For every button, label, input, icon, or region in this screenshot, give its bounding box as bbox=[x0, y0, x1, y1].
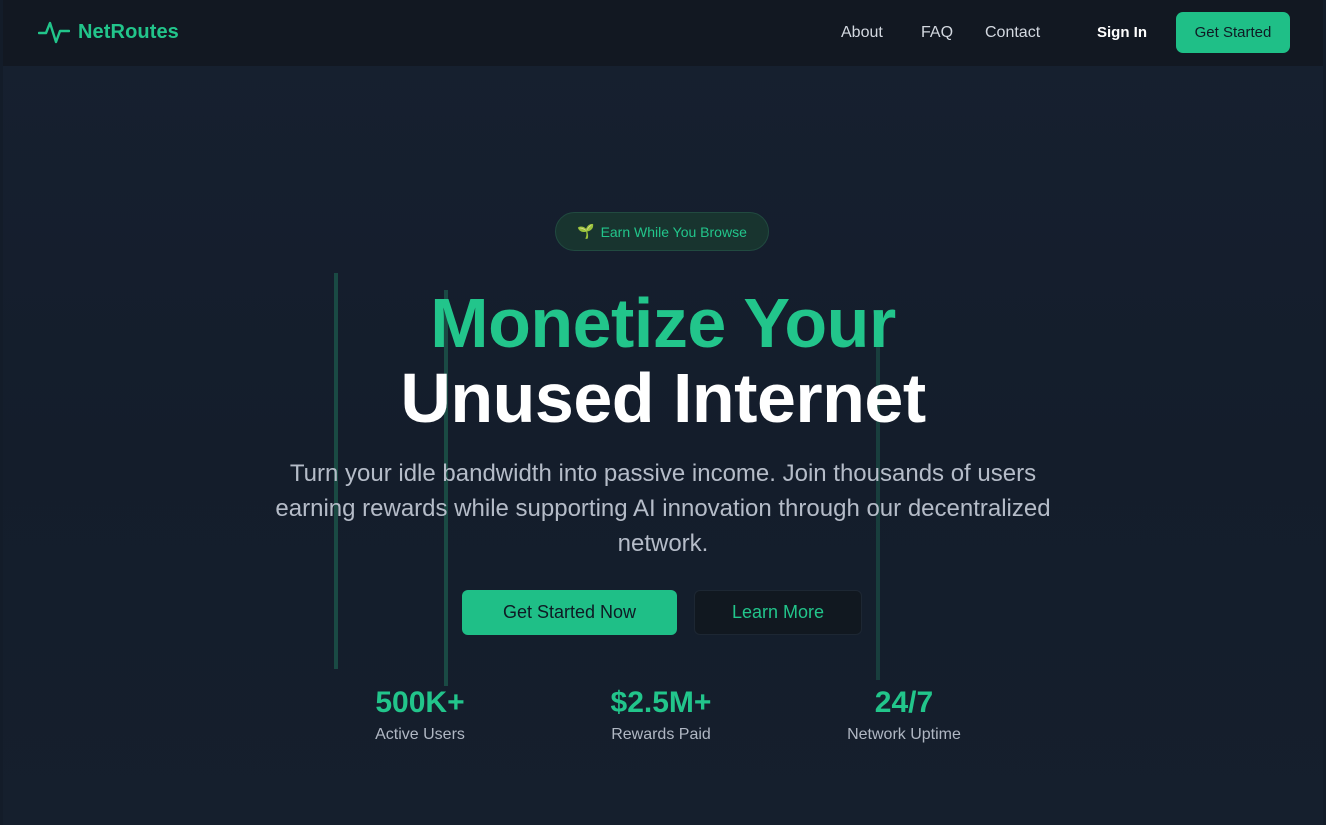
earn-badge: 🌱 Earn While You Browse bbox=[555, 212, 769, 251]
badge-text: Earn While You Browse bbox=[600, 223, 747, 240]
nav-link-contact[interactable]: Contact bbox=[985, 24, 1040, 42]
stat-rewards-paid: $2.5M+ Rewards Paid bbox=[551, 684, 771, 746]
stat-value: 500K+ bbox=[375, 686, 465, 719]
get-started-now-button[interactable]: Get Started Now bbox=[462, 590, 677, 635]
brand-name: NetRoutes bbox=[78, 20, 179, 43]
stat-label: Rewards Paid bbox=[611, 726, 711, 743]
brand-logo[interactable]: NetRoutes bbox=[38, 18, 179, 46]
hero-subtitle: Turn your idle bandwidth into passive in… bbox=[275, 460, 1051, 557]
stat-label: Network Uptime bbox=[847, 726, 961, 743]
stat-value: $2.5M+ bbox=[610, 686, 712, 719]
sign-in-link[interactable]: Sign In bbox=[1097, 24, 1147, 41]
nav-link-faq[interactable]: FAQ bbox=[921, 24, 953, 42]
page: NetRoutes About FAQ Contact Sign In Get … bbox=[3, 0, 1323, 825]
stat-active-users: 500K+ Active Users bbox=[310, 684, 530, 746]
get-started-button[interactable]: Get Started bbox=[1176, 12, 1290, 53]
stat-network-uptime: 24/7 Network Uptime bbox=[794, 684, 1014, 746]
navbar: NetRoutes About FAQ Contact Sign In Get … bbox=[3, 0, 1323, 66]
learn-more-button[interactable]: Learn More bbox=[694, 590, 862, 635]
stat-value: 24/7 bbox=[874, 686, 934, 719]
hero-title-line2: Unused Internet bbox=[400, 359, 926, 437]
stat-label: Active Users bbox=[375, 726, 465, 743]
pulse-icon bbox=[38, 18, 70, 46]
sprout-icon: 🌱 bbox=[577, 223, 595, 239]
nav-link-about[interactable]: About bbox=[841, 24, 883, 42]
hero-title-line1: Monetize Your bbox=[430, 284, 896, 362]
